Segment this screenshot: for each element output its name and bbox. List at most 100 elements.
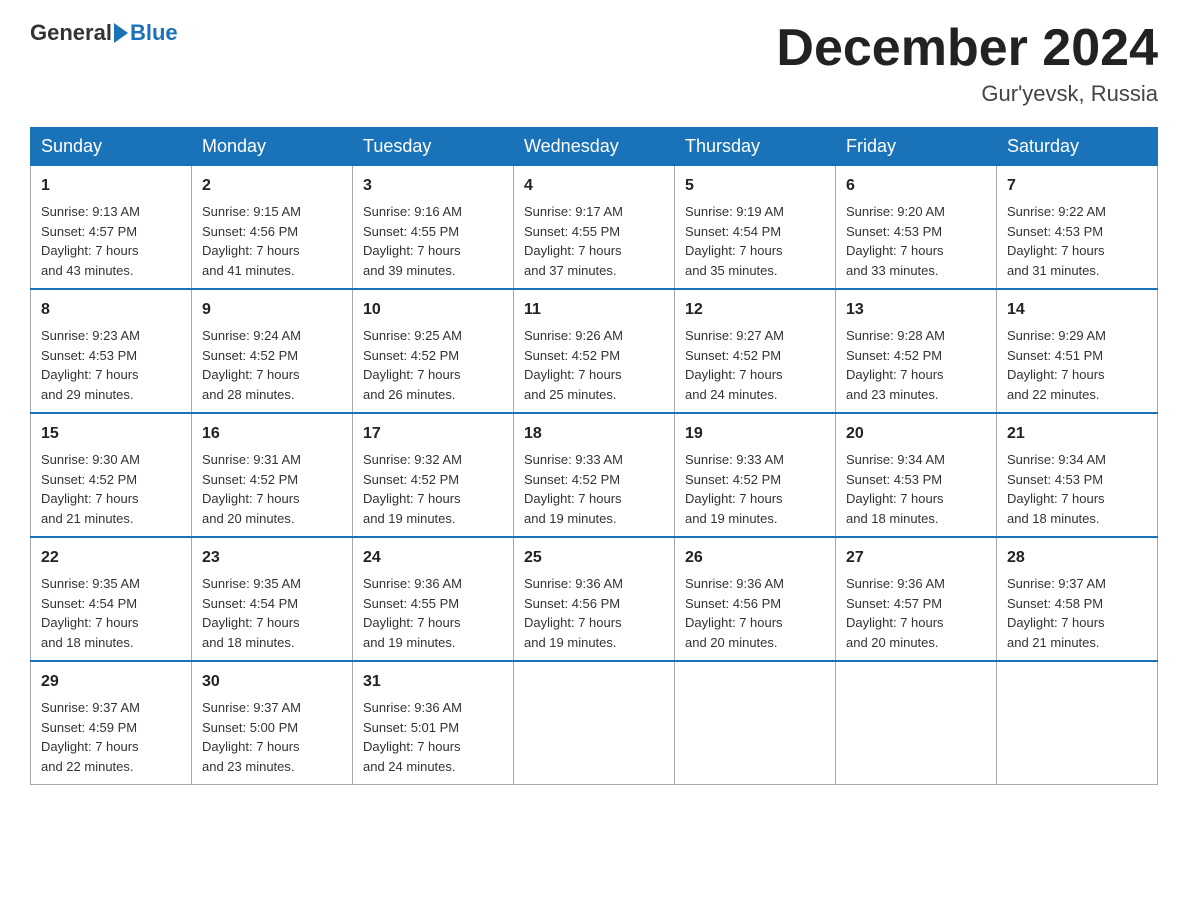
calendar-cell	[997, 661, 1158, 785]
day-daylight: Daylight: 7 hours	[363, 489, 503, 509]
day-sunset: Sunset: 4:54 PM	[41, 594, 181, 614]
day-sunrise: Sunrise: 9:26 AM	[524, 326, 664, 346]
day-daylight-cont: and 39 minutes.	[363, 261, 503, 281]
day-daylight-cont: and 21 minutes.	[1007, 633, 1147, 653]
day-sunset: Sunset: 5:00 PM	[202, 718, 342, 738]
day-sunrise: Sunrise: 9:37 AM	[202, 698, 342, 718]
day-daylight: Daylight: 7 hours	[685, 241, 825, 261]
day-number: 25	[524, 546, 664, 570]
day-daylight-cont: and 23 minutes.	[846, 385, 986, 405]
day-sunrise: Sunrise: 9:29 AM	[1007, 326, 1147, 346]
header-monday: Monday	[192, 128, 353, 166]
day-daylight-cont: and 20 minutes.	[685, 633, 825, 653]
day-daylight-cont: and 19 minutes.	[363, 509, 503, 529]
day-daylight: Daylight: 7 hours	[524, 613, 664, 633]
day-number: 19	[685, 422, 825, 446]
day-daylight: Daylight: 7 hours	[202, 613, 342, 633]
day-number: 14	[1007, 298, 1147, 322]
day-daylight: Daylight: 7 hours	[363, 613, 503, 633]
logo-general-text: General	[30, 20, 112, 46]
calendar-cell: 9 Sunrise: 9:24 AM Sunset: 4:52 PM Dayli…	[192, 289, 353, 413]
day-sunset: Sunset: 4:58 PM	[1007, 594, 1147, 614]
calendar-cell: 27 Sunrise: 9:36 AM Sunset: 4:57 PM Dayl…	[836, 537, 997, 661]
day-number: 5	[685, 174, 825, 198]
day-number: 28	[1007, 546, 1147, 570]
day-daylight-cont: and 19 minutes.	[524, 633, 664, 653]
header-friday: Friday	[836, 128, 997, 166]
day-sunset: Sunset: 4:52 PM	[524, 470, 664, 490]
day-daylight: Daylight: 7 hours	[685, 489, 825, 509]
calendar-cell: 30 Sunrise: 9:37 AM Sunset: 5:00 PM Dayl…	[192, 661, 353, 785]
calendar-cell: 13 Sunrise: 9:28 AM Sunset: 4:52 PM Dayl…	[836, 289, 997, 413]
day-sunrise: Sunrise: 9:19 AM	[685, 202, 825, 222]
calendar-header-row: Sunday Monday Tuesday Wednesday Thursday…	[31, 128, 1158, 166]
day-sunset: Sunset: 4:55 PM	[363, 594, 503, 614]
day-number: 24	[363, 546, 503, 570]
header-thursday: Thursday	[675, 128, 836, 166]
calendar-cell: 14 Sunrise: 9:29 AM Sunset: 4:51 PM Dayl…	[997, 289, 1158, 413]
day-sunset: Sunset: 4:52 PM	[685, 470, 825, 490]
day-daylight: Daylight: 7 hours	[524, 365, 664, 385]
day-sunrise: Sunrise: 9:30 AM	[41, 450, 181, 470]
day-daylight: Daylight: 7 hours	[363, 241, 503, 261]
day-sunrise: Sunrise: 9:36 AM	[846, 574, 986, 594]
calendar-cell: 25 Sunrise: 9:36 AM Sunset: 4:56 PM Dayl…	[514, 537, 675, 661]
day-number: 17	[363, 422, 503, 446]
day-daylight: Daylight: 7 hours	[202, 365, 342, 385]
day-sunrise: Sunrise: 9:31 AM	[202, 450, 342, 470]
day-sunset: Sunset: 5:01 PM	[363, 718, 503, 738]
day-sunset: Sunset: 4:53 PM	[846, 470, 986, 490]
calendar-cell: 10 Sunrise: 9:25 AM Sunset: 4:52 PM Dayl…	[353, 289, 514, 413]
day-sunset: Sunset: 4:57 PM	[846, 594, 986, 614]
day-sunrise: Sunrise: 9:36 AM	[685, 574, 825, 594]
day-number: 3	[363, 174, 503, 198]
calendar-cell: 11 Sunrise: 9:26 AM Sunset: 4:52 PM Dayl…	[514, 289, 675, 413]
day-number: 7	[1007, 174, 1147, 198]
calendar-week-row-2: 8 Sunrise: 9:23 AM Sunset: 4:53 PM Dayli…	[31, 289, 1158, 413]
day-daylight-cont: and 21 minutes.	[41, 509, 181, 529]
day-sunrise: Sunrise: 9:33 AM	[685, 450, 825, 470]
day-daylight-cont: and 43 minutes.	[41, 261, 181, 281]
day-daylight: Daylight: 7 hours	[524, 241, 664, 261]
calendar-cell: 7 Sunrise: 9:22 AM Sunset: 4:53 PM Dayli…	[997, 166, 1158, 290]
calendar-week-row-3: 15 Sunrise: 9:30 AM Sunset: 4:52 PM Dayl…	[31, 413, 1158, 537]
day-sunset: Sunset: 4:53 PM	[41, 346, 181, 366]
calendar-cell: 2 Sunrise: 9:15 AM Sunset: 4:56 PM Dayli…	[192, 166, 353, 290]
day-sunrise: Sunrise: 9:28 AM	[846, 326, 986, 346]
calendar-cell: 17 Sunrise: 9:32 AM Sunset: 4:52 PM Dayl…	[353, 413, 514, 537]
calendar-week-row-4: 22 Sunrise: 9:35 AM Sunset: 4:54 PM Dayl…	[31, 537, 1158, 661]
day-sunrise: Sunrise: 9:34 AM	[1007, 450, 1147, 470]
title-section: December 2024 Gur'yevsk, Russia	[776, 20, 1158, 107]
calendar-cell: 22 Sunrise: 9:35 AM Sunset: 4:54 PM Dayl…	[31, 537, 192, 661]
day-number: 11	[524, 298, 664, 322]
calendar-cell: 29 Sunrise: 9:37 AM Sunset: 4:59 PM Dayl…	[31, 661, 192, 785]
day-daylight-cont: and 19 minutes.	[524, 509, 664, 529]
day-sunrise: Sunrise: 9:13 AM	[41, 202, 181, 222]
page-header: General Blue December 2024 Gur'yevsk, Ru…	[30, 20, 1158, 107]
calendar-cell: 4 Sunrise: 9:17 AM Sunset: 4:55 PM Dayli…	[514, 166, 675, 290]
day-daylight-cont: and 20 minutes.	[846, 633, 986, 653]
day-sunrise: Sunrise: 9:25 AM	[363, 326, 503, 346]
calendar-cell: 3 Sunrise: 9:16 AM Sunset: 4:55 PM Dayli…	[353, 166, 514, 290]
calendar-cell: 1 Sunrise: 9:13 AM Sunset: 4:57 PM Dayli…	[31, 166, 192, 290]
day-sunset: Sunset: 4:55 PM	[363, 222, 503, 242]
day-daylight: Daylight: 7 hours	[1007, 613, 1147, 633]
day-daylight: Daylight: 7 hours	[1007, 241, 1147, 261]
calendar-cell: 21 Sunrise: 9:34 AM Sunset: 4:53 PM Dayl…	[997, 413, 1158, 537]
day-daylight: Daylight: 7 hours	[41, 365, 181, 385]
header-sunday: Sunday	[31, 128, 192, 166]
day-sunset: Sunset: 4:53 PM	[846, 222, 986, 242]
day-daylight: Daylight: 7 hours	[202, 241, 342, 261]
day-daylight: Daylight: 7 hours	[1007, 365, 1147, 385]
logo-arrow-icon	[114, 23, 128, 43]
day-daylight: Daylight: 7 hours	[202, 737, 342, 757]
calendar-cell	[514, 661, 675, 785]
day-number: 20	[846, 422, 986, 446]
calendar-week-row-5: 29 Sunrise: 9:37 AM Sunset: 4:59 PM Dayl…	[31, 661, 1158, 785]
calendar-cell: 15 Sunrise: 9:30 AM Sunset: 4:52 PM Dayl…	[31, 413, 192, 537]
day-number: 9	[202, 298, 342, 322]
day-daylight: Daylight: 7 hours	[846, 365, 986, 385]
logo: General Blue	[30, 20, 178, 46]
day-daylight: Daylight: 7 hours	[846, 241, 986, 261]
calendar-cell: 24 Sunrise: 9:36 AM Sunset: 4:55 PM Dayl…	[353, 537, 514, 661]
